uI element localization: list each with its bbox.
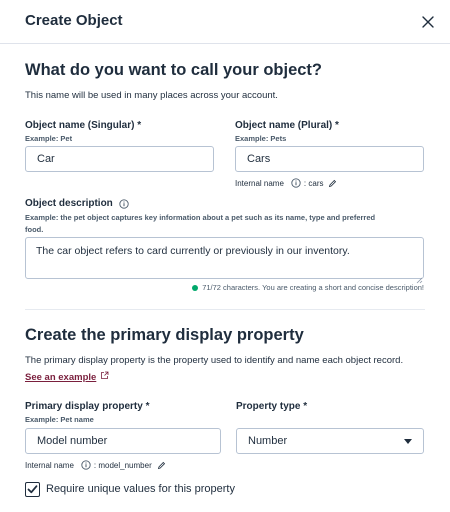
internal-name-label: Internal name	[235, 178, 284, 188]
pencil-icon[interactable]	[157, 461, 166, 470]
plural-name-hint: Example: Pets	[235, 134, 287, 143]
display-property-heading: Create the primary display property	[25, 326, 304, 344]
property-type-label: Property type *	[236, 401, 308, 412]
info-icon[interactable]	[291, 178, 301, 188]
description-label: Object description	[25, 198, 113, 209]
plural-internal-name: Internal name : cars	[235, 178, 337, 188]
display-property-help-text: The primary display property is the prop…	[25, 355, 404, 366]
description-hint-line1: Example: the pet object captures key inf…	[25, 213, 376, 222]
primary-property-input[interactable]: Model number	[25, 428, 221, 454]
section-divider	[25, 309, 425, 310]
singular-name-hint: Example: Pet	[25, 134, 73, 143]
info-icon[interactable]	[119, 198, 129, 209]
naming-heading: What do you want to call your object?	[25, 61, 323, 79]
unique-values-checkbox[interactable]	[25, 482, 40, 497]
description-hint-line2: food.	[25, 225, 44, 234]
modal-header: Create Object	[0, 0, 450, 44]
property-type-select[interactable]: Number	[236, 428, 424, 454]
plural-name-input[interactable]: Cars	[235, 146, 424, 172]
info-icon[interactable]	[81, 460, 91, 470]
description-label-row: Object description	[25, 198, 129, 209]
status-ok-icon	[192, 284, 199, 291]
primary-property-hint: Example: Pet name	[25, 415, 94, 424]
pencil-icon[interactable]	[328, 179, 337, 188]
internal-name-value: : model_number	[93, 460, 152, 470]
internal-name-value: : cars	[303, 178, 324, 188]
plural-name-label: Object name (Plural) *	[235, 120, 339, 131]
singular-name-input[interactable]: Car	[25, 146, 214, 172]
modal-title: Create Object	[25, 12, 123, 29]
external-link-icon	[100, 371, 109, 383]
internal-name-label: Internal name	[25, 460, 74, 470]
singular-name-label: Object name (Singular) *	[25, 120, 142, 131]
unique-values-label[interactable]: Require unique values for this property	[46, 483, 235, 495]
character-counter: 71/72 characters. You are creating a sho…	[192, 283, 424, 292]
naming-help-text: This name will be used in many places ac…	[25, 90, 278, 101]
close-icon[interactable]	[419, 13, 437, 31]
property-type-value: Number	[248, 435, 288, 447]
see-example-label: See an example	[25, 371, 97, 383]
see-example-link[interactable]: See an example	[25, 371, 109, 383]
character-counter-text: 71/72 characters. You are creating a sho…	[202, 283, 424, 292]
primary-property-label: Primary display property *	[25, 401, 150, 412]
description-textarea[interactable]: The car object refers to card currently …	[25, 237, 424, 279]
chevron-down-icon	[404, 439, 412, 444]
primary-internal-name: Internal name : model_number	[25, 460, 166, 470]
